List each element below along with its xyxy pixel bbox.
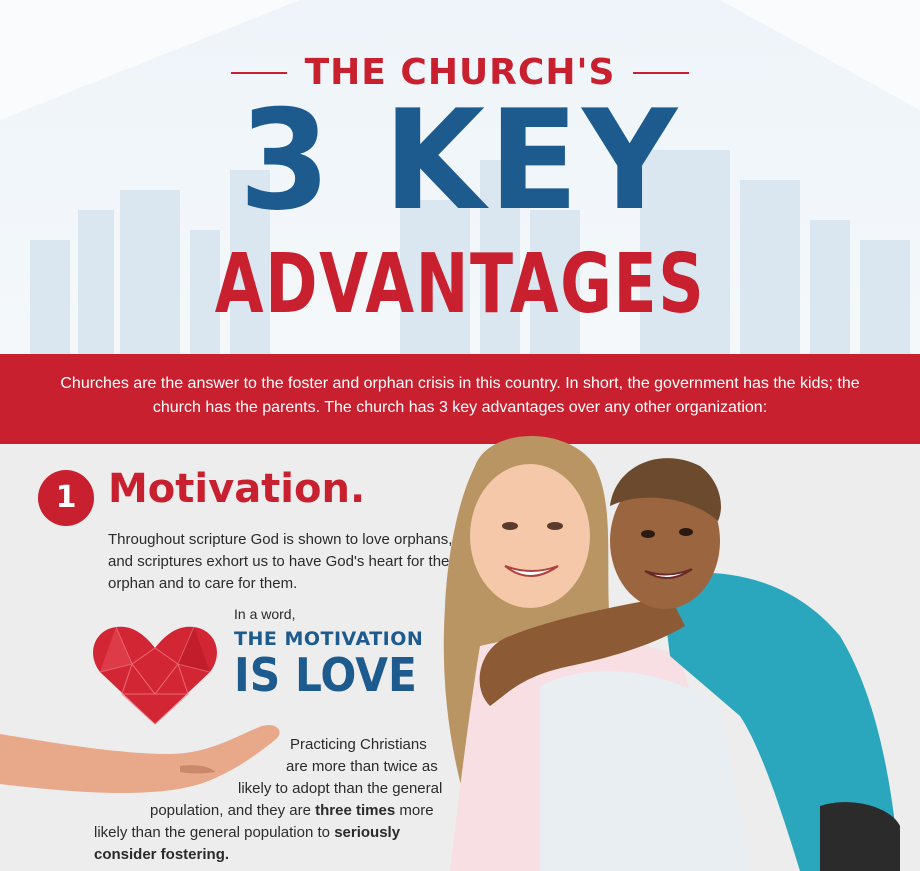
stat-text: likely than the general population to	[94, 824, 331, 841]
kicker-rule-right	[633, 71, 690, 74]
stat-line-3: likely to adopt than the general	[238, 780, 443, 797]
hero-header: THE CHURCH'S 3 KEY ADVANTAGES	[0, 0, 920, 354]
mother-and-child-illustration	[443, 436, 900, 871]
stat-text: population, and they are	[150, 802, 311, 819]
heart-icon	[93, 626, 217, 725]
main-title: 3 KEY	[239, 80, 681, 241]
intro-text: Churches are the answer to the foster an…	[60, 375, 860, 416]
in-a-word-label: In a word,	[234, 606, 296, 622]
stat-line-6: consider fostering.	[94, 844, 229, 866]
section-title: Motivation.	[108, 466, 366, 512]
stat-line-5: likely than the general population to se…	[94, 822, 400, 844]
stat-line-1: Practicing Christians	[290, 736, 427, 753]
kicker-rule-left	[230, 71, 287, 74]
section-number-badge: 1	[38, 470, 94, 526]
stat-line-2: are more than twice as	[286, 758, 438, 775]
stat-emphasis: consider fostering.	[94, 846, 230, 863]
sub-title: ADVANTAGES	[214, 237, 706, 332]
headline-line-1: THE MOTIVATION	[234, 628, 424, 650]
headline-line-2: IS LOVE	[234, 648, 417, 702]
stat-text: more	[399, 802, 434, 819]
stat-line-4: population, and they are three times mor…	[150, 800, 434, 822]
stat-emphasis: seriously	[334, 824, 401, 841]
section-intro: Throughout scripture God is shown to lov…	[108, 531, 453, 592]
stat-emphasis: three times	[315, 802, 396, 819]
